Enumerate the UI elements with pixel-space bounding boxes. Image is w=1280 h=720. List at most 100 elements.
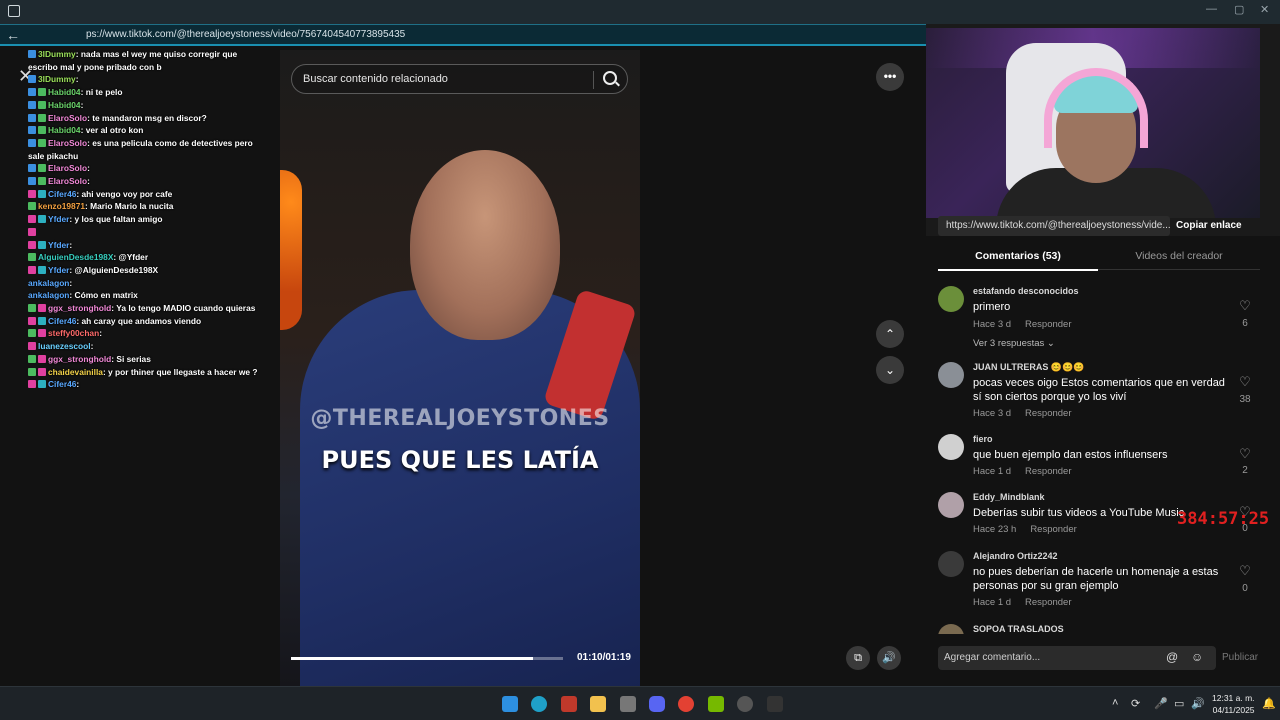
- comment-username[interactable]: Eddy_Mindblank: [973, 492, 1045, 502]
- comment-username[interactable]: Alejandro Ortiz2242: [973, 551, 1058, 561]
- chat-username[interactable]: Cifer46: [48, 189, 76, 199]
- chat-text: :: [69, 277, 73, 288]
- reply-button[interactable]: Responder: [1025, 408, 1071, 419]
- comment-meta: Hace 1 d Responder: [973, 466, 1072, 477]
- notification-bell-icon[interactable]: 🔔: [1262, 697, 1276, 710]
- like-heart-icon[interactable]: ♡: [1238, 446, 1252, 462]
- sync-icon[interactable]: ⟳: [1131, 697, 1140, 710]
- avatar[interactable]: [938, 551, 964, 577]
- chat-username[interactable]: Habid04: [48, 100, 81, 110]
- file-explorer-icon[interactable]: [590, 696, 606, 712]
- volume-button[interactable]: 🔊: [877, 646, 901, 670]
- copy-link-button[interactable]: Copiar enlace: [1176, 220, 1242, 231]
- chat-username[interactable]: AlguienDesde198X: [38, 252, 113, 262]
- app-icon[interactable]: [561, 696, 577, 712]
- avatar[interactable]: [938, 286, 964, 312]
- network-icon[interactable]: ▭: [1174, 697, 1184, 710]
- chat-username[interactable]: ankalagon: [28, 278, 69, 288]
- chat-username[interactable]: luanezescool: [38, 341, 91, 351]
- chat-badge-icon: [38, 380, 46, 389]
- reply-button[interactable]: Responder: [1025, 466, 1071, 477]
- search-icon[interactable]: [603, 71, 617, 85]
- like-heart-icon[interactable]: ♡: [1238, 563, 1252, 579]
- chat-badge-icon: [28, 380, 36, 389]
- chat-username[interactable]: Cifer46: [48, 379, 76, 389]
- discord-icon[interactable]: [649, 696, 665, 712]
- chat-username[interactable]: 3IDummy: [38, 49, 76, 59]
- chat-username[interactable]: steffy00chan: [48, 328, 99, 338]
- minimize-icon[interactable]: —: [1206, 3, 1217, 15]
- chat-username[interactable]: kenzo19871: [38, 201, 85, 211]
- video-player[interactable]: Buscar contenido relacionado @THEREALJOE…: [280, 50, 640, 686]
- chevron-up-icon[interactable]: ˄: [1112, 697, 1118, 709]
- chat-username[interactable]: ElaroSolo: [48, 176, 87, 186]
- chat-username[interactable]: ggx_stronghold: [48, 354, 111, 364]
- chat-username[interactable]: Habid04: [48, 87, 81, 97]
- tab-comments[interactable]: Comentarios (53): [938, 250, 1098, 262]
- chat-username[interactable]: ggx_stronghold: [48, 303, 111, 313]
- avatar[interactable]: [938, 434, 964, 460]
- epic-games-icon[interactable]: [767, 696, 783, 712]
- chat-username[interactable]: ElaroSolo: [48, 163, 87, 173]
- app-cube-icon[interactable]: [620, 696, 636, 712]
- url-text[interactable]: ps://www.tiktok.com/@therealjoeystoness/…: [86, 29, 405, 40]
- windows-start-icon[interactable]: [502, 696, 518, 712]
- more-options-button[interactable]: •••: [876, 63, 904, 91]
- chat-badge-icon: [28, 164, 36, 173]
- share-link-field[interactable]: https://www.tiktok.com/@therealjoeystone…: [938, 216, 1170, 236]
- chat-text: : Mario Mario la nucita: [85, 201, 174, 212]
- comment-username[interactable]: estafando desconocidos: [973, 286, 1079, 296]
- close-window-icon[interactable]: ✕: [1260, 3, 1269, 16]
- chat-username[interactable]: chaidevainilla: [48, 367, 103, 377]
- like-heart-icon[interactable]: ♡: [1238, 374, 1252, 390]
- comment-username[interactable]: JUAN ULTRERAS 😊😊😊: [973, 362, 1084, 373]
- chat-username[interactable]: 3IDummy: [38, 74, 76, 84]
- edge-browser-icon[interactable]: [531, 696, 547, 712]
- publish-button[interactable]: Publicar: [1222, 652, 1258, 663]
- chat-badge-icon: [28, 367, 36, 376]
- chat-badge-icon: [28, 138, 36, 147]
- chat-badge-icon: [38, 126, 46, 135]
- nvidia-icon[interactable]: [708, 696, 724, 712]
- chat-username[interactable]: Cifer46: [48, 316, 76, 326]
- reply-button[interactable]: Responder: [1030, 524, 1076, 535]
- maximize-icon[interactable]: ▢: [1234, 3, 1244, 16]
- next-video-button[interactable]: ⌄: [876, 356, 904, 384]
- comment-username[interactable]: SOPOA TRASLADOS: [973, 624, 1064, 634]
- chat-username[interactable]: ElaroSolo: [48, 138, 87, 148]
- chrome-icon[interactable]: [678, 696, 694, 712]
- like-heart-icon[interactable]: ♡: [1238, 298, 1252, 314]
- avatar[interactable]: [938, 492, 964, 518]
- comment-username[interactable]: fiero: [973, 434, 993, 444]
- chat-username[interactable]: Yfder: [48, 265, 69, 275]
- steam-icon[interactable]: [737, 696, 753, 712]
- tab-creator-videos[interactable]: Videos del creador: [1098, 250, 1260, 262]
- like-count: 0: [1242, 583, 1248, 594]
- video-progress-bar[interactable]: [291, 657, 563, 660]
- chat-message: ankalagon:: [28, 277, 258, 290]
- previous-video-button[interactable]: ⌃: [876, 320, 904, 348]
- emoji-picker-icon[interactable]: ☺: [1191, 650, 1203, 664]
- avatar[interactable]: [938, 362, 964, 388]
- chat-username[interactable]: Habid04: [48, 125, 81, 135]
- mention-icon[interactable]: @: [1166, 650, 1178, 664]
- microphone-icon[interactable]: 🎤: [1154, 697, 1168, 710]
- speaker-icon[interactable]: 🔊: [1191, 697, 1205, 710]
- chat-username[interactable]: ankalagon: [28, 290, 69, 300]
- view-replies-link[interactable]: Ver 3 respuestas ⌄: [973, 338, 1055, 349]
- chat-username[interactable]: ElaroSolo: [48, 113, 87, 123]
- related-search-input[interactable]: Buscar contenido relacionado: [291, 64, 628, 94]
- comment-input[interactable]: Agregar comentario... @ ☺: [938, 646, 1216, 670]
- chat-badge-icon: [28, 342, 36, 351]
- address-bar[interactable]: ← ps://www.tiktok.com/@therealjoeystones…: [0, 24, 926, 46]
- chat-username[interactable]: Yfder: [48, 240, 69, 250]
- reply-button[interactable]: Responder: [1025, 597, 1071, 608]
- floating-player-button[interactable]: ⧉: [846, 646, 870, 670]
- avatar[interactable]: [938, 624, 964, 634]
- system-clock[interactable]: 12:31 a. m. 04/11/2025: [1212, 692, 1255, 716]
- chat-badge-icon: [28, 113, 36, 122]
- back-arrow-icon[interactable]: ←: [6, 27, 20, 43]
- chat-username[interactable]: Yfder: [48, 214, 69, 224]
- reply-button[interactable]: Responder: [1025, 319, 1071, 330]
- screen: — ▢ ✕ ← ps://www.tiktok.com/@therealjoey…: [0, 0, 1280, 720]
